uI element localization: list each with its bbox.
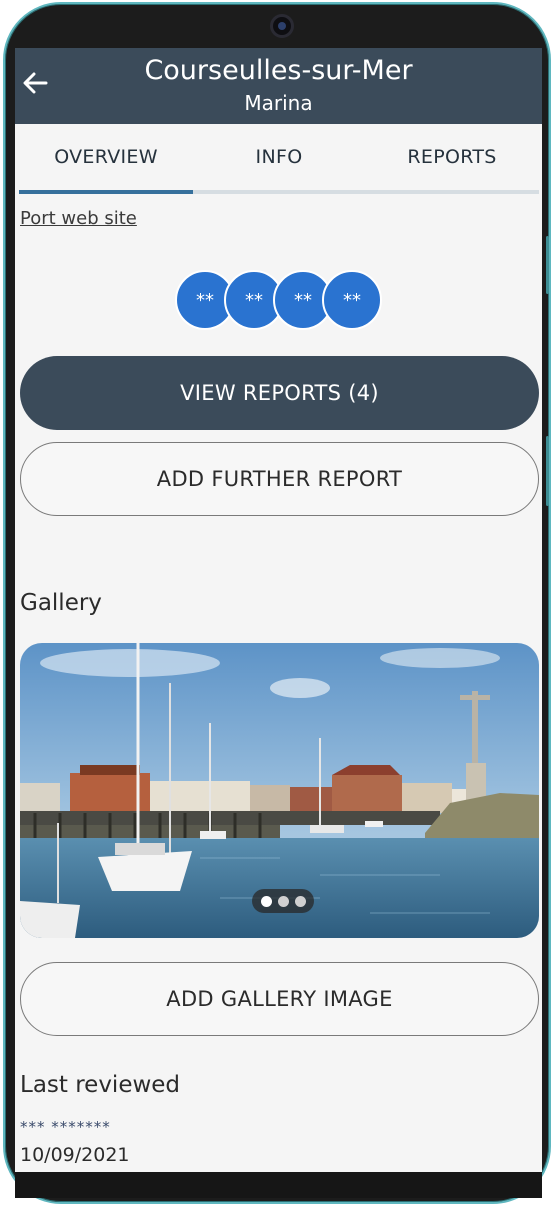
system-nav-bar [15, 1172, 542, 1198]
tab-overview[interactable]: OVERVIEW [19, 124, 193, 190]
reviewer-avatars: ** ** ** ** [175, 270, 395, 330]
tab-bar: OVERVIEW INFO REPORTS [15, 124, 542, 196]
power-button [546, 436, 549, 506]
gallery-dot[interactable] [294, 895, 306, 907]
last-reviewed-date: 10/09/2021 [20, 1144, 130, 1166]
page-subtitle: Marina [244, 91, 313, 115]
add-report-button[interactable]: ADD FURTHER REPORT [20, 442, 539, 516]
gallery-dot[interactable] [260, 895, 272, 907]
tab-reports[interactable]: REPORTS [365, 124, 539, 190]
tab-indicator [19, 190, 193, 194]
gallery-page-indicator[interactable] [252, 889, 314, 913]
view-reports-button[interactable]: VIEW REPORTS (4) [20, 356, 539, 430]
gallery-heading: Gallery [20, 590, 102, 616]
add-gallery-image-button[interactable]: ADD GALLERY IMAGE [20, 962, 539, 1036]
tab-info[interactable]: INFO [192, 124, 366, 190]
front-camera [270, 14, 294, 38]
app-screen: Courseulles-sur-Mer Marina OVERVIEW INFO… [15, 48, 542, 1172]
gallery-carousel[interactable] [20, 643, 539, 938]
page-title: Courseulles-sur-Mer [144, 55, 413, 86]
last-reviewed-by: *** ******* [20, 1118, 111, 1136]
gallery-dot[interactable] [277, 895, 289, 907]
last-reviewed-heading: Last reviewed [20, 1072, 181, 1098]
app-bar: Courseulles-sur-Mer Marina [15, 48, 542, 124]
volume-button [546, 236, 549, 294]
port-website-link[interactable]: Port web site [20, 208, 137, 229]
reviewer-avatar[interactable]: ** [322, 270, 382, 330]
